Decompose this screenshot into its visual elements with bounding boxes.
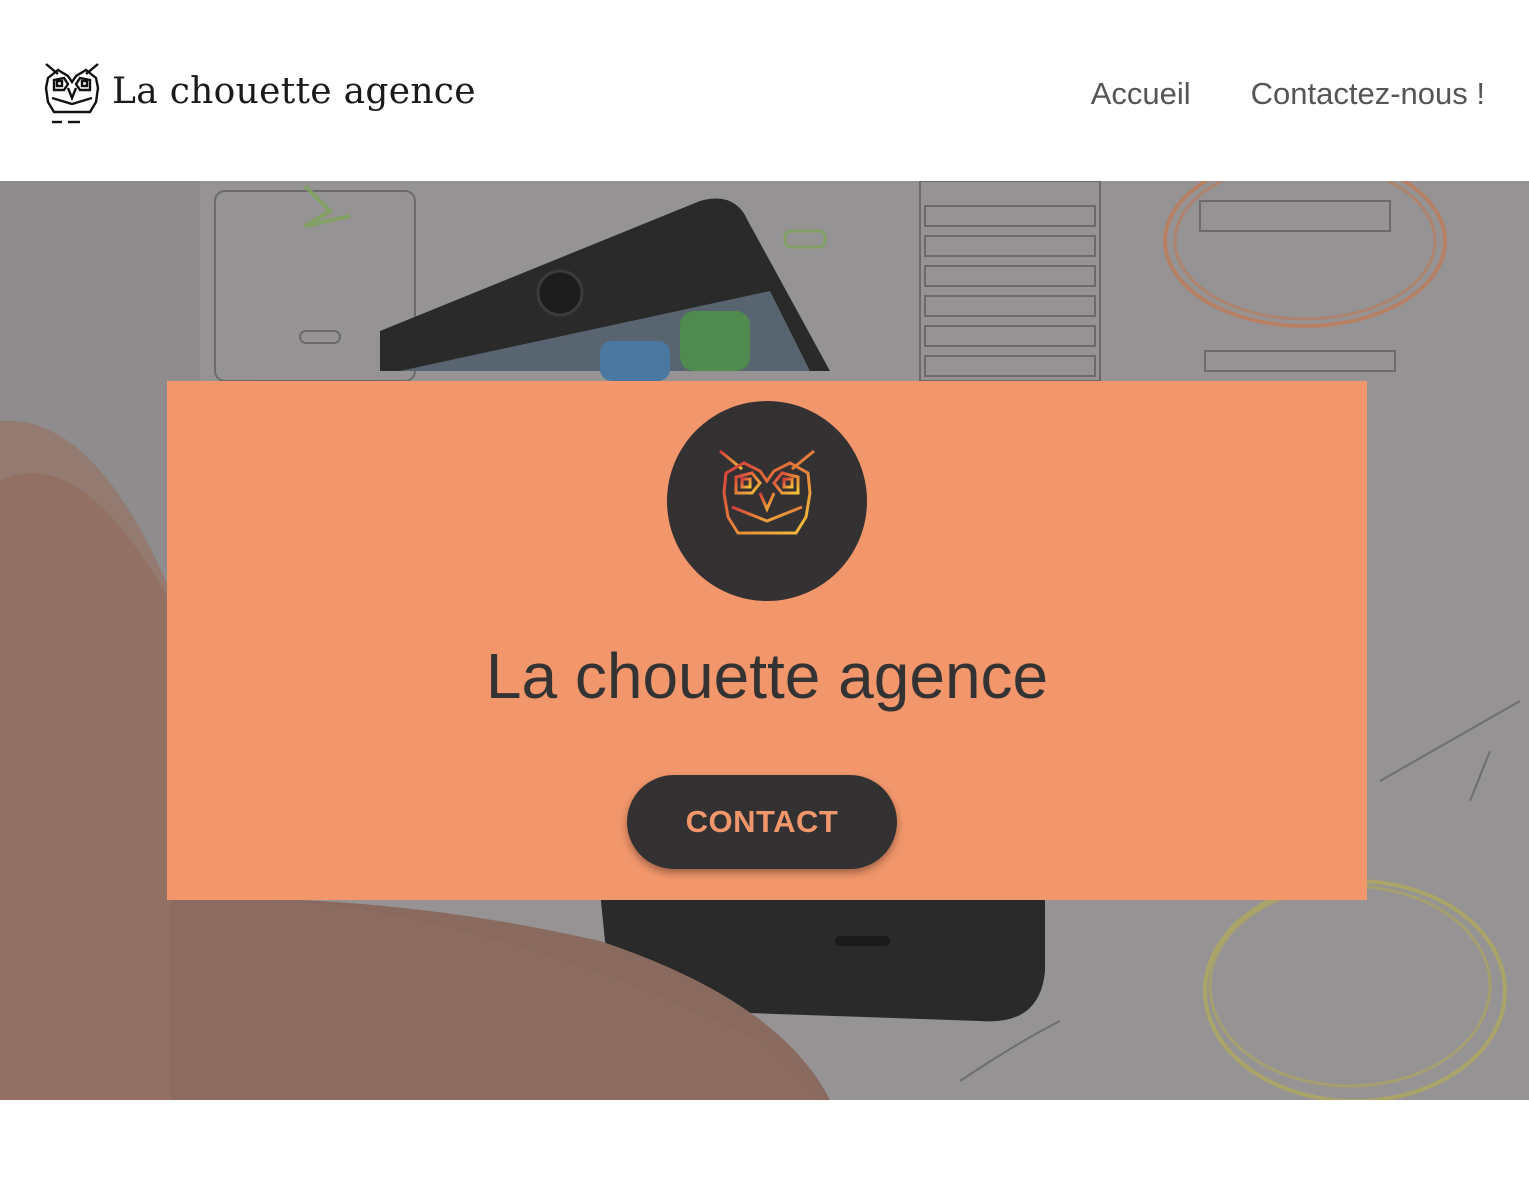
owl-logo-icon <box>44 63 100 124</box>
nav-link-contact[interactable]: Contactez-nous ! <box>1251 76 1485 112</box>
owl-badge <box>667 401 867 601</box>
hero-section: La chouette agence CONTACT <box>0 181 1529 1100</box>
brand-name: La chouette agence <box>112 70 476 112</box>
brand[interactable]: La chouette agence <box>42 58 476 128</box>
hero-card: La chouette agence CONTACT <box>167 381 1367 900</box>
hero-title: La chouette agence <box>485 640 1049 712</box>
main-nav: Accueil Contactez-nous ! <box>1091 76 1485 112</box>
owl-icon <box>719 449 815 551</box>
site-header: La chouette agence Accueil Contactez-nou… <box>0 0 1529 181</box>
contact-button[interactable]: CONTACT <box>627 775 897 869</box>
nav-link-accueil[interactable]: Accueil <box>1091 76 1191 112</box>
